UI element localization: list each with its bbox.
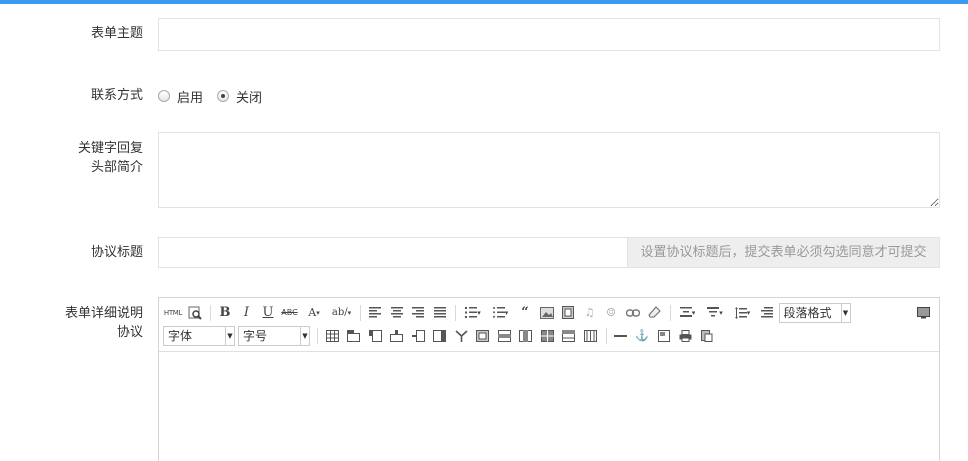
rich-text-editor: HTML B I U ABC A ▾ ab/▾ ▾ ▾ “ ♫ ☺ ▾ ▾ ▾ … [158,297,940,461]
toolbar-separator [605,327,607,344]
merge-cells-icon[interactable] [387,326,407,346]
font-color-icon[interactable]: A ▾ [301,303,327,323]
print-icon[interactable] [675,326,695,346]
detail-label: 表单详细说明 协议 [65,304,143,342]
bold-icon[interactable]: B [215,303,235,323]
table-col-icon[interactable] [516,326,536,346]
toolbar-row-1: HTML B I U ABC A ▾ ab/▾ ▾ ▾ “ ♫ ☺ ▾ ▾ ▾ … [163,301,935,324]
align-justify-icon[interactable] [430,303,450,323]
align-center-icon[interactable] [387,303,407,323]
keyword-reply-label-line2: 头部简介 [90,160,143,175]
paste-icon[interactable] [697,326,717,346]
blockquote-icon[interactable]: “ [515,303,535,323]
html-icon[interactable]: HTML [163,303,183,323]
table-layout-icon[interactable] [473,326,493,346]
radio-unchecked-icon[interactable] [158,90,170,102]
underline-icon[interactable]: U [258,303,278,323]
contact-option-enable[interactable]: 启用 [158,87,203,106]
emotion-icon[interactable]: ☺ [601,303,621,323]
contact-option-enable-label: 启用 [177,90,204,106]
keyword-reply-label: 关键字回复 头部简介 [78,139,143,177]
align-right-icon[interactable] [408,303,428,323]
align-left-icon[interactable] [365,303,385,323]
paragraph-spacing-icon[interactable]: ▾ [675,303,701,323]
delete-row-icon[interactable] [430,326,450,346]
detail-label-line2: 协议 [116,325,143,340]
line-height-icon[interactable]: ▾ [730,303,756,323]
agreement-title-hint: 设置协议标题后，提交表单必须勾选同意才可提交 [627,238,939,267]
eraser-icon[interactable] [644,303,664,323]
table-row-icon[interactable] [537,326,557,346]
contact-radio-group: 启用 关闭 [158,86,276,106]
toolbar-row-2: 字体 ▼ 字号 ▼ ⚓ [163,324,935,347]
image-icon[interactable] [537,303,557,323]
paragraph-format-value: 段落格式 [783,306,832,320]
table-icon[interactable] [322,326,342,346]
font-size-select[interactable]: 字号 ▼ [238,325,310,346]
toolbar-separator [669,304,671,321]
toolbar-separator [455,304,456,321]
contact-option-disable[interactable]: 关闭 [217,87,262,106]
chevron-down-icon[interactable]: ▼ [840,303,850,322]
horizontal-rule-icon[interactable] [611,326,631,346]
split-cells-icon[interactable] [408,326,428,346]
delete-col-icon[interactable] [451,326,471,346]
toolbar-separator [317,327,318,344]
subject-input[interactable] [158,18,940,51]
radio-checked-icon[interactable] [217,90,230,102]
agreement-title-label: 协议标题 [90,245,143,260]
contact-option-disable-label: 关闭 [236,90,263,106]
subject-label: 表单主题 [90,26,143,41]
preview-icon[interactable] [185,303,205,323]
insert-row-icon[interactable] [344,326,364,346]
anchor-icon[interactable]: ⚓ [632,326,652,346]
font-family-value: 字体 [168,329,193,343]
insert-col-icon[interactable] [365,326,385,346]
table-cell-icon[interactable] [494,326,514,346]
format-icon[interactable] [757,303,777,323]
link-icon[interactable] [623,303,643,323]
contact-label: 联系方式 [90,88,143,103]
chevron-down-icon[interactable]: ▼ [225,326,234,345]
table-delete-icon[interactable] [580,326,600,346]
font-size-value: 字号 [243,329,268,343]
top-accent-bar [0,0,968,4]
editor-toolbar: HTML B I U ABC A ▾ ab/▾ ▾ ▾ “ ♫ ☺ ▾ ▾ ▾ … [159,298,939,352]
toolbar-separator [360,304,361,321]
strikethrough-icon[interactable]: ABC [280,303,300,323]
table-grid-icon[interactable] [559,326,579,346]
keyword-reply-label-line1: 关键字回复 [77,141,143,156]
indent-icon[interactable]: ▾ [702,303,728,323]
video-icon[interactable] [558,303,578,323]
ordered-list-icon[interactable]: ▾ [460,303,486,323]
highlight-icon[interactable]: ab/▾ [329,303,355,323]
detail-label-line1: 表单详细说明 [64,306,143,321]
chevron-down-icon[interactable]: ▼ [300,326,309,345]
template-icon[interactable] [654,326,674,346]
keyword-reply-textarea[interactable] [158,132,940,208]
paragraph-format-select[interactable]: 段落格式 ▼ [778,302,851,323]
font-family-select[interactable]: 字体 ▼ [163,325,235,346]
italic-icon[interactable]: I [237,303,257,323]
music-icon[interactable]: ♫ [580,303,600,323]
fullscreen-icon[interactable] [914,303,934,323]
unordered-list-icon[interactable]: ▾ [488,303,514,323]
editor-content-area[interactable] [159,352,939,461]
toolbar-separator [210,304,211,321]
